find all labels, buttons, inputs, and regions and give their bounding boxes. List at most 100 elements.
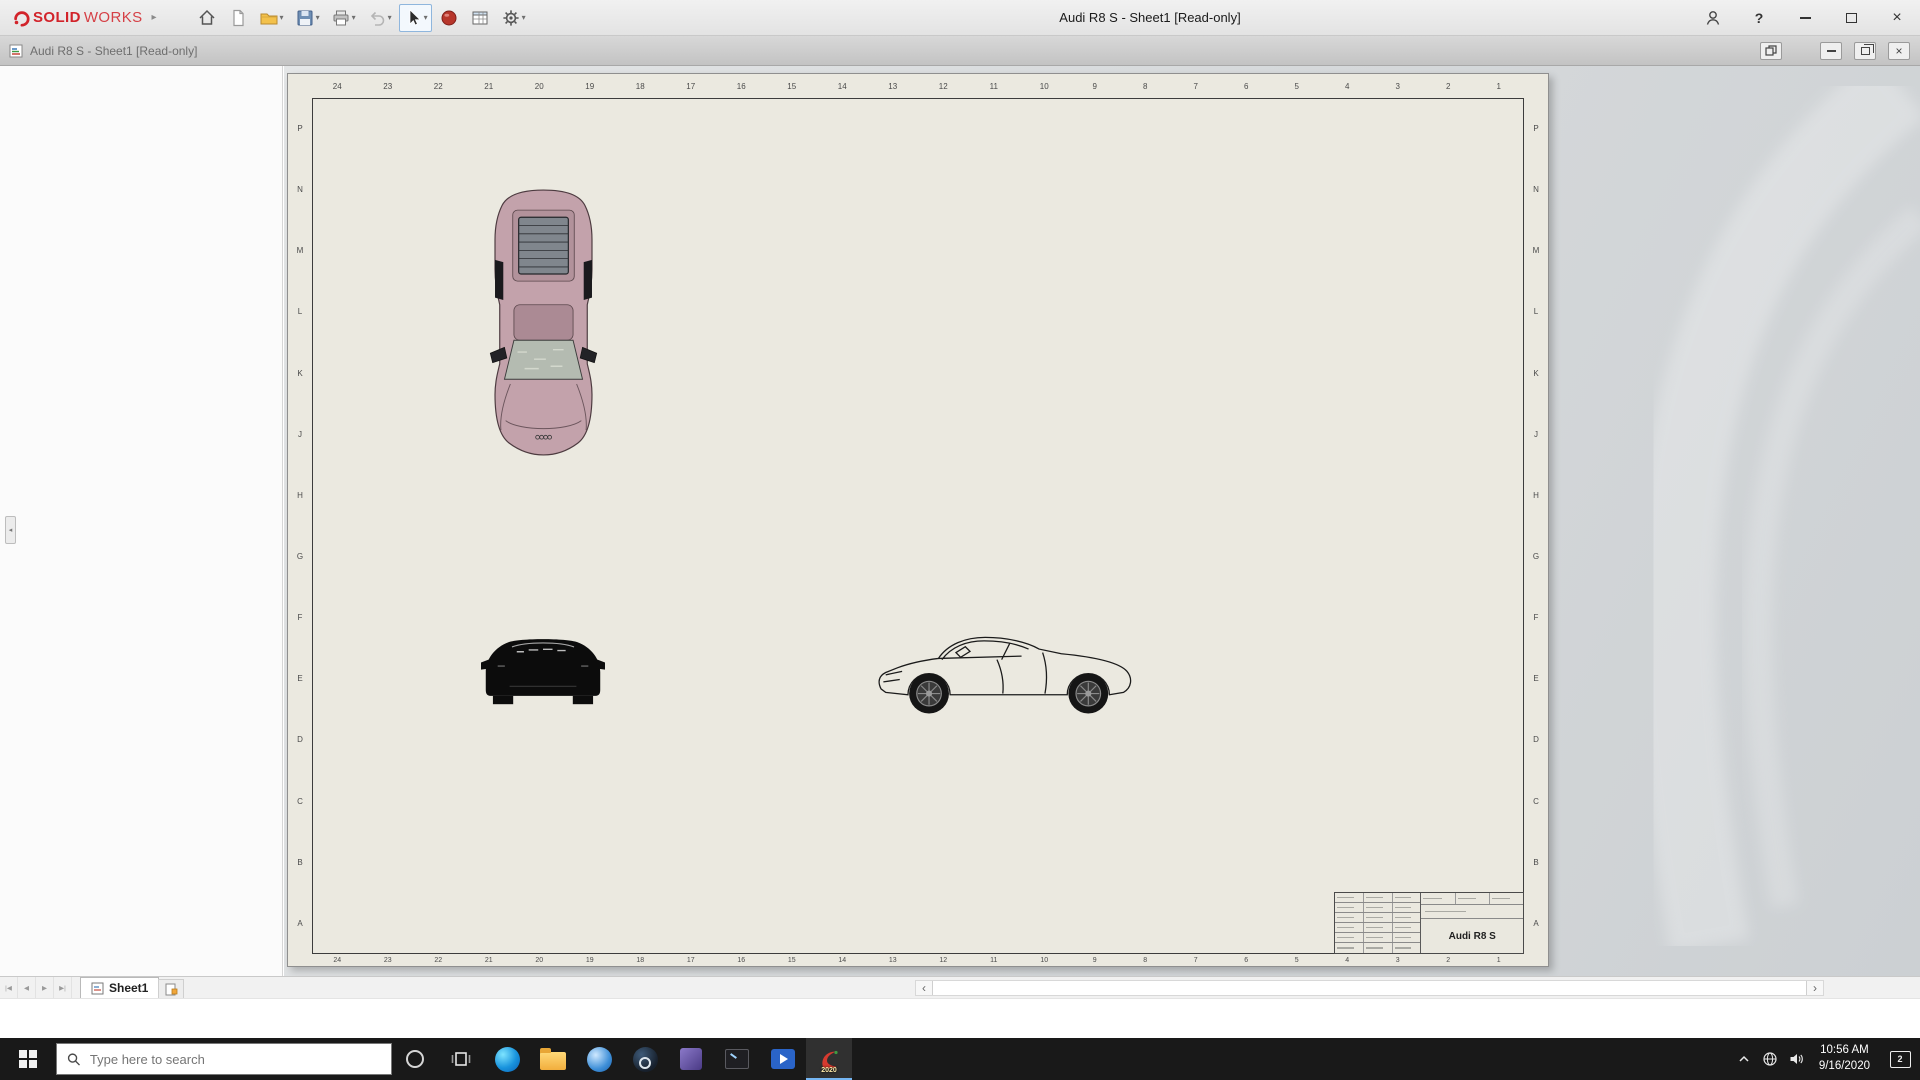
zone-label: J bbox=[1534, 429, 1538, 439]
sheet-last-button[interactable]: ▶| bbox=[54, 977, 72, 998]
taskbar-icon-3d-viewer[interactable] bbox=[668, 1038, 714, 1080]
zone-label: L bbox=[1533, 307, 1539, 317]
zone-label: 3 bbox=[1395, 81, 1400, 91]
zone-label: 13 bbox=[888, 956, 897, 964]
doc-restore-button[interactable] bbox=[1854, 41, 1876, 60]
sheet-nav-buttons: |◀ ◀ ▶ ▶| bbox=[0, 977, 72, 998]
brand-expand-arrow-icon[interactable]: ▸ bbox=[152, 12, 157, 23]
car-side-view-art bbox=[878, 636, 1132, 714]
minimize-icon bbox=[1799, 17, 1811, 19]
start-button[interactable] bbox=[0, 1038, 56, 1080]
doc-tile-button[interactable] bbox=[1760, 41, 1782, 60]
save-dropdown-caret-icon[interactable]: ▾ bbox=[316, 13, 320, 22]
doc-restore-icon bbox=[1860, 43, 1874, 55]
home-button[interactable] bbox=[193, 4, 221, 32]
red-orb-button[interactable] bbox=[435, 4, 463, 32]
zone-label: 1 bbox=[1496, 81, 1501, 91]
volume-button[interactable] bbox=[1783, 1038, 1809, 1080]
help-button[interactable]: ? bbox=[1736, 0, 1782, 36]
drawing-view-front[interactable] bbox=[481, 629, 605, 715]
add-sheet-button[interactable] bbox=[158, 979, 184, 998]
save-button[interactable]: ▾ bbox=[291, 4, 324, 32]
drawing-view-top[interactable] bbox=[482, 185, 605, 460]
taskbar-search[interactable] bbox=[56, 1043, 392, 1075]
zone-label: 11 bbox=[990, 956, 998, 964]
zone-label: 10 bbox=[1039, 81, 1049, 91]
scrollbar-thumb[interactable] bbox=[932, 981, 1807, 995]
sheet-next-button[interactable]: ▶ bbox=[36, 977, 54, 998]
zone-label: A bbox=[297, 918, 303, 928]
tab-sheet1[interactable]: Sheet1 bbox=[80, 977, 160, 998]
open-dropdown-caret-icon[interactable]: ▾ bbox=[280, 13, 284, 22]
new-document-button[interactable] bbox=[224, 4, 252, 32]
task-view-button[interactable] bbox=[438, 1038, 484, 1080]
zone-label: M bbox=[1532, 246, 1540, 256]
drawing-view-side[interactable] bbox=[868, 628, 1147, 717]
zone-label: 12 bbox=[939, 956, 948, 964]
open-button[interactable]: ▾ bbox=[255, 4, 288, 32]
zone-label: 9 bbox=[1092, 81, 1097, 91]
taskbar-icon-solidworks[interactable]: 2020 bbox=[806, 1038, 852, 1080]
maximize-button[interactable] bbox=[1828, 0, 1874, 36]
options-button[interactable]: ▾ bbox=[497, 4, 530, 32]
print-icon bbox=[333, 10, 349, 25]
zone-label: 7 bbox=[1193, 956, 1198, 964]
taskbar-icon-file-explorer[interactable] bbox=[530, 1038, 576, 1080]
graphics-area[interactable]: 24 23 22 21 20 19 18 17 16 15 14 13 12 11 10 9 8 7 6 5 4 3 2 1 … bbox=[284, 66, 1920, 976]
account-button[interactable] bbox=[1690, 0, 1736, 36]
scroll-right-button[interactable]: › bbox=[1807, 981, 1823, 995]
print-dropdown-caret-icon[interactable]: ▾ bbox=[352, 13, 356, 22]
sheet-prev-button[interactable]: ◀ bbox=[18, 977, 36, 998]
zone-label: P bbox=[297, 124, 303, 134]
taskbar-icon-steam[interactable] bbox=[622, 1038, 668, 1080]
undo-button[interactable]: ▾ bbox=[363, 4, 396, 32]
options-dropdown-caret-icon[interactable]: ▾ bbox=[522, 13, 526, 22]
tray-expand-button[interactable] bbox=[1731, 1038, 1757, 1080]
title-block-part-name: Audi R8 S bbox=[1448, 930, 1496, 942]
close-button[interactable]: × bbox=[1874, 0, 1920, 36]
zone-label: K bbox=[1533, 368, 1539, 378]
undo-dropdown-caret-icon[interactable]: ▾ bbox=[388, 13, 392, 22]
taskbar-clock[interactable]: 10:56 AM 9/16/2020 bbox=[1809, 1043, 1880, 1074]
panel-collapse-handle[interactable]: ◂ bbox=[5, 516, 16, 544]
taskbar: 2020 10:56 AM 9/16/2020 2 bbox=[0, 1038, 1920, 1080]
zone-label: H bbox=[1533, 490, 1539, 500]
doc-minimize-button[interactable] bbox=[1820, 41, 1842, 60]
select-tool-button[interactable]: ▾ bbox=[398, 3, 432, 32]
action-center-button[interactable]: 2 bbox=[1880, 1038, 1920, 1080]
tile-windows-icon bbox=[1765, 44, 1777, 56]
search-input[interactable] bbox=[89, 1051, 381, 1067]
media-play-icon bbox=[771, 1049, 795, 1069]
cortana-button[interactable] bbox=[392, 1038, 438, 1080]
zone-label: 20 bbox=[534, 81, 544, 91]
zone-label: B bbox=[1533, 857, 1539, 867]
title-block[interactable]: Audi R8 S bbox=[1334, 892, 1524, 954]
taskbar-icon-media[interactable] bbox=[760, 1038, 806, 1080]
browser-globe-icon bbox=[586, 1046, 612, 1072]
zone-label: N bbox=[297, 185, 303, 195]
drawing-sheet[interactable]: 24 23 22 21 20 19 18 17 16 15 14 13 12 11 10 9 8 7 6 5 4 3 2 1 … bbox=[287, 73, 1549, 967]
zone-label: 21 bbox=[484, 81, 494, 91]
network-button[interactable] bbox=[1757, 1038, 1783, 1080]
minimize-button[interactable] bbox=[1782, 0, 1828, 36]
select-dropdown-caret-icon[interactable]: ▾ bbox=[424, 13, 428, 22]
print-button[interactable]: ▾ bbox=[327, 4, 360, 32]
taskbar-icon-edge[interactable] bbox=[484, 1038, 530, 1080]
clock-date: 9/16/2020 bbox=[1818, 1060, 1870, 1072]
doc-close-button[interactable]: × bbox=[1888, 41, 1910, 60]
taskbar-icon-terminal[interactable] bbox=[714, 1038, 760, 1080]
panel-collapse-icon: ◂ bbox=[8, 527, 13, 534]
window-controls: ? × bbox=[1690, 0, 1920, 36]
sheet-first-button[interactable]: |◀ bbox=[0, 977, 18, 998]
solidworks-icon: 2020 bbox=[814, 1044, 844, 1074]
zone-label: 22 bbox=[434, 956, 443, 964]
zone-label: 23 bbox=[383, 956, 392, 964]
account-icon bbox=[1706, 11, 1720, 25]
table-button[interactable] bbox=[466, 4, 494, 32]
taskbar-icon-browser[interactable] bbox=[576, 1038, 622, 1080]
scroll-left-button[interactable]: ‹ bbox=[916, 981, 932, 995]
zone-label: 5 bbox=[1294, 81, 1299, 91]
table-icon bbox=[472, 11, 488, 24]
zone-label: L bbox=[297, 307, 303, 317]
zone-label: 3 bbox=[1395, 956, 1400, 964]
